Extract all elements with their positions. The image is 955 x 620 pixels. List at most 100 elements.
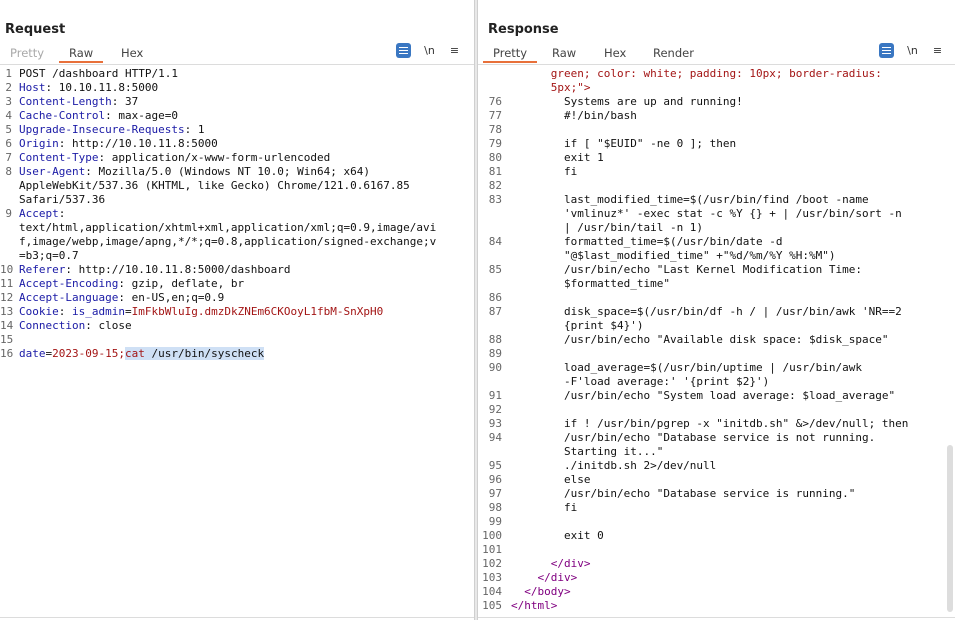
response-tab-render[interactable]: Render: [653, 45, 694, 60]
request-pane: Request Pretty Raw Hex \n ≡ 1 POST /dashb…: [0, 0, 474, 620]
line-number: 78: [488, 123, 502, 136]
code-token: fi: [511, 165, 578, 178]
code-token: /usr/bin/echo "Database service is runni…: [511, 487, 856, 500]
code-line: 82: [478, 179, 955, 193]
code-token: : gzip, deflate, br: [118, 277, 245, 290]
request-tab-hex[interactable]: Hex: [121, 45, 143, 60]
response-menu-icon[interactable]: ≡: [930, 43, 945, 58]
code-line: 15: [0, 333, 474, 347]
code-line: 101: [478, 543, 955, 557]
line-text: if ! /usr/bin/pgrep -x "initdb.sh" &>/de…: [511, 417, 908, 431]
code-token: cat: [124, 347, 145, 360]
line-number: 89: [488, 347, 502, 360]
line-text: Starting it...": [511, 445, 663, 459]
code-token: User-Agent: [19, 165, 86, 178]
code-line: 90 load_average=$(/usr/bin/uptime | /usr…: [478, 361, 955, 375]
line-text: "@$last_modified_time" +"%d/%m/%Y %H:%M"…: [511, 249, 836, 263]
line-number: 99: [488, 515, 502, 528]
line-number: 10: [0, 263, 14, 276]
line-number: 103: [482, 571, 502, 584]
line-text: /usr/bin/echo "Available disk space: $di…: [511, 333, 889, 347]
line-number: 8: [5, 165, 12, 178]
code-token: : application/x-www-form-urlencoded: [98, 151, 331, 164]
line-number: 12: [0, 291, 14, 304]
line-text: Upgrade-Insecure-Requests: 1: [19, 123, 204, 137]
code-token: is_admin: [72, 305, 125, 318]
line-number: 11: [0, 277, 14, 290]
line-text: {print $4}'): [511, 319, 643, 333]
response-format-icon[interactable]: [879, 43, 894, 58]
line-number: 1: [5, 67, 12, 80]
response-tab-raw[interactable]: Raw: [552, 45, 576, 60]
line-text: =b3;q=0.7: [19, 249, 79, 263]
code-line: 102 </div>: [478, 557, 955, 571]
line-text: </div>: [511, 557, 591, 571]
line-number: 82: [488, 179, 502, 192]
code-token: >: [564, 585, 571, 598]
line-text: ./initdb.sh 2>/dev/null: [511, 459, 716, 473]
code-line: 10 Referer: http://10.10.11.8:5000/dashbo…: [0, 263, 474, 277]
code-line: 103 </div>: [478, 571, 955, 585]
code-line: $formatted_time": [478, 277, 955, 291]
code-token: f,image/webp,image/apng,*/*;q=0.8,applic…: [19, 235, 437, 248]
code-line: 95 ./initdb.sh 2>/dev/null: [478, 459, 955, 473]
response-viewer[interactable]: green; color: white; padding: 10px; bord…: [478, 67, 955, 620]
line-text: 'vmlinuz*' -exec stat -c %Y {} + | /usr/…: [511, 207, 902, 221]
line-text: Connection: close: [19, 319, 132, 333]
line-text: Cache-Control: max-age=0: [19, 109, 178, 123]
code-token: Connection: [19, 319, 86, 332]
request-tab-raw[interactable]: Raw: [58, 45, 104, 63]
request-tab-pretty[interactable]: Pretty: [10, 45, 44, 60]
code-line: 13 Cookie: is_admin=ImFkbWluIg.dmzDkZNEm6…: [0, 305, 474, 319]
code-line: 105 </html>: [478, 599, 955, 613]
line-text: /usr/bin/echo "Database service is runni…: [511, 487, 855, 501]
code-token: 2023-09-15: [52, 347, 119, 360]
code-line: 11 Accept-Encoding: gzip, deflate, br: [0, 277, 474, 291]
request-format-icon[interactable]: [396, 43, 411, 58]
code-line: 76 Systems are up and running!: [478, 95, 955, 109]
line-number: 95: [488, 459, 502, 472]
code-token: </: [511, 557, 564, 570]
code-token: ;: [118, 347, 125, 360]
line-text: green; color: white; padding: 10px; bord…: [511, 67, 882, 81]
line-text: 5px;">: [511, 81, 591, 95]
line-number: 77: [488, 109, 502, 122]
response-scrollbar[interactable]: [947, 445, 953, 612]
code-token: : 1: [184, 123, 205, 136]
code-token: :: [58, 305, 72, 318]
request-menu-icon[interactable]: ≡: [447, 43, 462, 58]
line-number: 96: [488, 473, 502, 486]
code-line: 3 Content-Length: 37: [0, 95, 474, 109]
code-line: 89: [478, 347, 955, 361]
code-token: =: [124, 305, 132, 318]
code-token: disk_space=$(/usr/bin/df -h / | /usr/bin…: [511, 305, 902, 318]
code-line: 98 fi: [478, 501, 955, 515]
line-text: /usr/bin/echo "System load average: $loa…: [511, 389, 895, 403]
line-text: Accept-Language: en-US,en;q=0.9: [19, 291, 224, 305]
code-line: 8 User-Agent: Mozilla/5.0 (Windows NT 10.…: [0, 165, 474, 179]
line-number: 93: [488, 417, 502, 430]
line-text: Referer: http://10.10.11.8:5000/dashboar…: [19, 263, 291, 277]
code-token: #!/bin/bash: [511, 109, 637, 122]
code-token: </: [511, 599, 525, 612]
line-text: /usr/bin/echo "Database service is not r…: [511, 431, 875, 445]
request-editor[interactable]: 1 POST /dashboard HTTP/1.1 2 Host: 10.10.11…: [0, 67, 474, 620]
code-line: =b3;q=0.7: [0, 249, 474, 263]
response-tab-pretty[interactable]: Pretty: [482, 45, 538, 63]
line-text: f,image/webp,image/apng,*/*;q=0.8,applic…: [19, 235, 436, 249]
code-token: AppleWebKit/537.36 (KHTML, like Gecko) C…: [19, 179, 410, 192]
line-number: 15: [0, 333, 14, 346]
request-newline-toggle[interactable]: \n: [422, 43, 437, 58]
code-token: else: [511, 473, 591, 486]
response-tab-hex[interactable]: Hex: [604, 45, 626, 60]
code-token: Host: [19, 81, 46, 94]
line-text: AppleWebKit/537.36 (KHTML, like Gecko) C…: [19, 179, 410, 193]
line-number: 88: [488, 333, 502, 346]
code-token: : http://10.10.11.8:5000/dashboard: [65, 263, 291, 276]
line-number: 101: [482, 543, 502, 556]
line-number: 86: [488, 291, 502, 304]
response-title: Response: [488, 22, 559, 37]
response-newline-toggle[interactable]: \n: [905, 43, 920, 58]
code-token: : Mozilla/5.0 (Windows NT 10.0; Win64; x…: [85, 165, 371, 178]
code-token: 'vmlinuz*' -exec stat -c %Y {} + | /usr/…: [511, 207, 902, 220]
